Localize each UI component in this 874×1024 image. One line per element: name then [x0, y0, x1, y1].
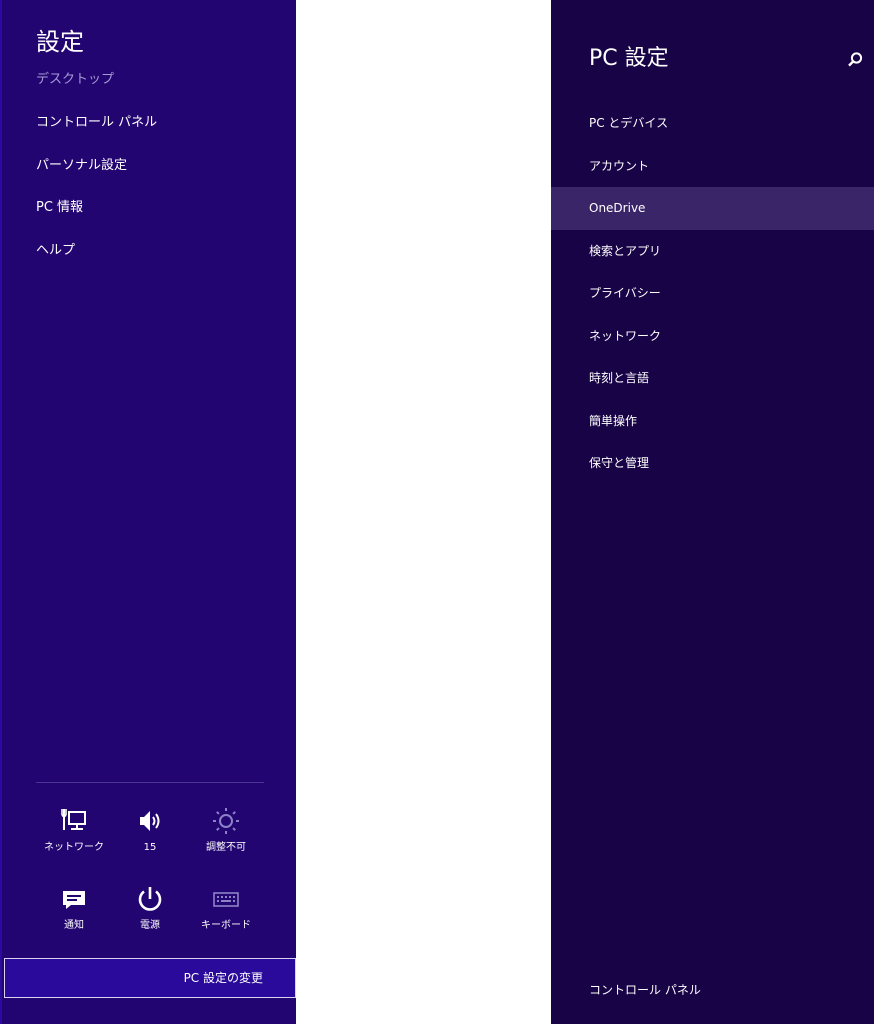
volume-tile[interactable]: 15 — [112, 802, 188, 862]
nav-item-update-and-recovery[interactable]: 保守と管理 — [551, 442, 874, 485]
charm-menu: コントロール パネル パーソナル設定 PC 情報 ヘルプ — [36, 110, 157, 280]
nav-item-privacy[interactable]: プライバシー — [551, 272, 874, 315]
network-tile[interactable]: ネットワーク — [36, 802, 112, 862]
pc-settings-panel: PC 設定 PC とデバイス アカウント OneDrive 検索とアプリ プライ… — [551, 0, 874, 1024]
nav-item-time-and-language[interactable]: 時刻と言語 — [551, 357, 874, 400]
charm-item-control-panel[interactable]: コントロール パネル — [36, 110, 157, 153]
pc-settings-nav: PC とデバイス アカウント OneDrive 検索とアプリ プライバシー ネッ… — [551, 102, 874, 485]
volume-tile-label: 15 — [143, 842, 157, 853]
brightness-tile-label: 調整不可 — [206, 842, 246, 853]
power-icon — [138, 887, 162, 911]
keyboard-tile-label: キーボード — [201, 920, 251, 931]
volume-icon — [140, 811, 160, 831]
nav-item-pc-and-devices[interactable]: PC とデバイス — [551, 102, 874, 145]
settings-charm: 設定 デスクトップ コントロール パネル パーソナル設定 PC 情報 ヘルプ ネ… — [0, 0, 296, 1024]
keyboard-tile[interactable]: キーボード — [188, 880, 264, 940]
charm-item-help[interactable]: ヘルプ — [36, 238, 157, 281]
brightness-tile[interactable]: 調整不可 — [188, 802, 264, 862]
network-tile-label: ネットワーク — [44, 842, 104, 853]
change-pc-settings-button[interactable]: PC 設定の変更 — [4, 958, 296, 998]
pc-settings-title: PC 設定 — [589, 46, 669, 71]
charm-item-pc-info[interactable]: PC 情報 — [36, 195, 157, 238]
keyboard-icon — [213, 892, 239, 907]
charm-item-personalization[interactable]: パーソナル設定 — [36, 153, 157, 196]
control-panel-link[interactable]: コントロール パネル — [589, 980, 701, 1000]
charm-title: 設定 — [36, 28, 84, 56]
brightness-icon — [213, 808, 239, 834]
network-icon — [61, 809, 86, 830]
nav-item-onedrive[interactable]: OneDrive — [551, 187, 874, 230]
nav-item-ease-of-access[interactable]: 簡単操作 — [551, 400, 874, 443]
power-tile-label: 電源 — [140, 920, 160, 931]
nav-item-accounts[interactable]: アカウント — [551, 145, 874, 188]
nav-item-search-and-apps[interactable]: 検索とアプリ — [551, 230, 874, 273]
search-icon[interactable] — [844, 49, 866, 71]
power-tile[interactable]: 電源 — [112, 880, 188, 940]
charm-divider — [36, 782, 264, 783]
notifications-icon — [63, 891, 85, 909]
notifications-tile-label: 通知 — [64, 920, 84, 931]
nav-item-network[interactable]: ネットワーク — [551, 315, 874, 358]
notifications-tile[interactable]: 通知 — [36, 880, 112, 940]
charm-context-label: デスクトップ — [36, 72, 115, 87]
